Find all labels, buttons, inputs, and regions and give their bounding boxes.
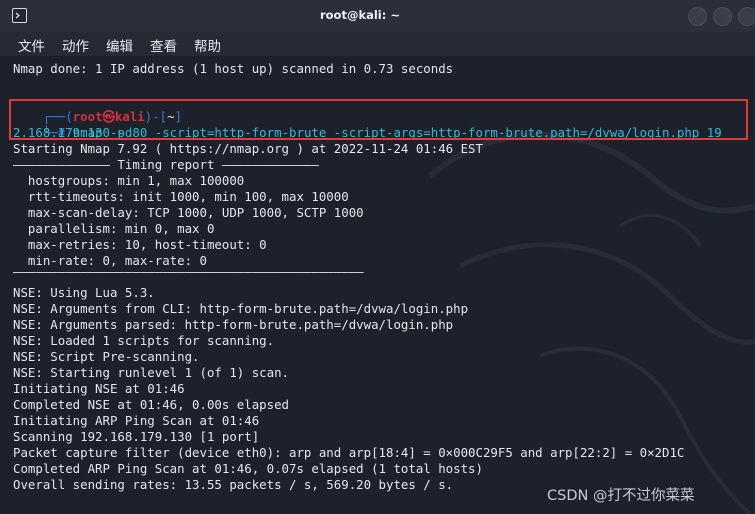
menu-help[interactable]: 帮助 [194,35,221,55]
csdn-watermark: CSDN @打不过你菜菜 [547,488,695,504]
menu-edit[interactable]: 编辑 [106,35,133,55]
terminal-line: Initiating NSE at 01:46 [13,381,185,396]
close-button[interactable] [738,7,755,26]
terminal-line: NSE: Script Pre-scanning. [13,349,200,364]
terminal-line: max-retries: 10, host-timeout: 0 [13,237,267,252]
minimize-button[interactable] [688,7,707,26]
terminal-window: root@kali: ~ 文件 动作 编辑 查看 帮助 Nmap done: 1… [0,0,755,514]
terminal-line: NSE: Using Lua 5.3. [13,285,155,300]
terminal-line: NSE: Starting runlevel 1 (of 1) scan. [13,365,290,380]
highlight-box [9,99,748,140]
timing-report-header: ————————————— Timing report ————————————… [13,157,319,172]
terminal-line: Completed ARP Ping Scan at 01:46, 0.07s … [13,461,483,476]
terminal-line: Initiating ARP Ping Scan at 01:46 [13,413,260,428]
terminal-line: Scanning 192.168.179.130 [1 port] [13,429,260,444]
terminal-line: rtt-timeouts: init 1000, min 100, max 10… [13,189,349,204]
terminal-line: Completed NSE at 01:46, 0.00s elapsed [13,397,290,412]
terminal-line: NSE: Arguments parsed: http-form-brute.p… [13,317,454,332]
maximize-button[interactable] [713,7,732,26]
terminal-line: NSE: Arguments from CLI: http-form-brute… [13,301,469,316]
menu-bar: 文件 动作 编辑 查看 帮助 [0,32,755,56]
terminal-line: NSE: Loaded 1 scripts for scanning. [13,333,275,348]
window-title: root@kali: ~ [319,8,400,22]
terminal-line: max-scan-delay: TCP 1000, UDP 1000, SCTP… [13,205,364,220]
terminal-line: hostgroups: min 1, max 100000 [13,173,245,188]
terminal-line: Overall sending rates: 13.55 packets / s… [13,477,454,492]
menu-file[interactable]: 文件 [18,35,45,55]
menu-actions[interactable]: 动作 [62,35,89,55]
timing-report-footer: ————————————————————————————————————————… [13,264,364,279]
title-bar[interactable]: root@kali: ~ [0,0,755,33]
terminal-line: Nmap done: 1 IP address (1 host up) scan… [13,61,454,76]
terminal-line: Packet capture filter (device eth0): arp… [13,445,685,460]
menu-view[interactable]: 查看 [150,35,177,55]
terminal-line: parallelism: min 0, max 0 [13,221,215,236]
terminal-line: Starting Nmap 7.92 ( https://nmap.org ) … [13,141,483,156]
